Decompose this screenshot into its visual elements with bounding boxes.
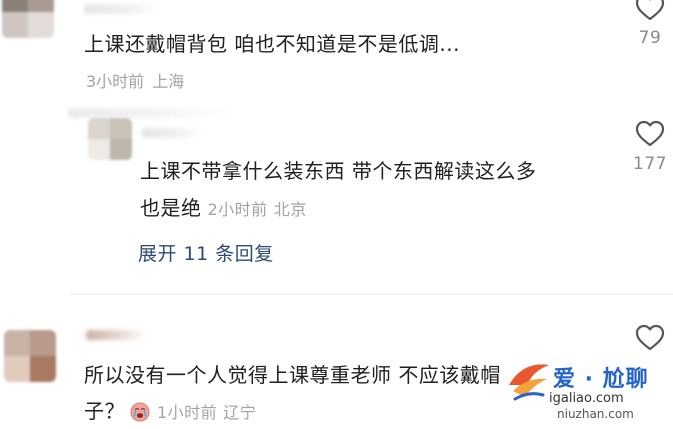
avatar[interactable]: [4, 330, 56, 382]
like-count: 177: [633, 154, 667, 174]
heart-icon: [635, 120, 665, 147]
reply-text-line2-content: 也是绝: [140, 196, 202, 220]
comment-time: 1小时前: [157, 403, 218, 422]
reply-text-line2: 也是绝 2小时前 北京: [140, 194, 307, 224]
site-watermark: 爱 · 尬聊 igaliao.com niuzhan.com: [497, 355, 667, 425]
reply-header-blur: [68, 108, 228, 118]
comment-location: 上海: [152, 72, 185, 91]
avatar[interactable]: [88, 118, 132, 160]
username-blurred[interactable]: [142, 128, 202, 138]
heart-icon: [635, 324, 665, 351]
comment-section: 上课还戴帽背包 咱也不知道是不是低调... 3小时前 上海 79 上课不带拿什么装…: [0, 0, 673, 429]
comment-text-line2-content: 子？: [84, 399, 125, 423]
like-button[interactable]: [626, 324, 673, 352]
heart-icon: [635, 0, 665, 21]
comment-location: 辽宁: [223, 403, 257, 422]
watermark-logo-icon: [509, 364, 549, 401]
username-blurred[interactable]: [84, 4, 160, 14]
reply-text-line1: 上课不带拿什么装东西 带个东西解读这么多: [140, 159, 537, 183]
expand-replies-link[interactable]: 展开 11 条回复: [138, 239, 274, 266]
avatar[interactable]: [2, 0, 54, 38]
username-blurred[interactable]: [86, 330, 146, 340]
comment-time: 3小时前: [86, 72, 145, 91]
like-button[interactable]: 177: [626, 120, 673, 174]
crying-emoji-icon: [130, 402, 150, 422]
comment-location: 北京: [273, 200, 307, 219]
comment-text: 上课还戴帽背包 咱也不知道是不是低调...: [84, 32, 460, 56]
comment-meta: 3小时前 上海: [86, 71, 184, 93]
like-count: 79: [638, 28, 662, 48]
watermark-title: 爱 · 尬聊: [553, 367, 649, 392]
like-button[interactable]: 79: [626, 0, 673, 48]
watermark-url-secondary: niuzhan.com: [557, 407, 634, 421]
divider: [70, 294, 673, 295]
comment-text-line2: 子？ 1小时前 辽宁: [84, 397, 256, 427]
comment-text-line1: 所以没有一个人觉得上课尊重老师 不应该戴帽: [84, 363, 501, 387]
comment-time: 2小时前: [207, 200, 268, 219]
watermark-url: igaliao.com: [549, 391, 624, 406]
